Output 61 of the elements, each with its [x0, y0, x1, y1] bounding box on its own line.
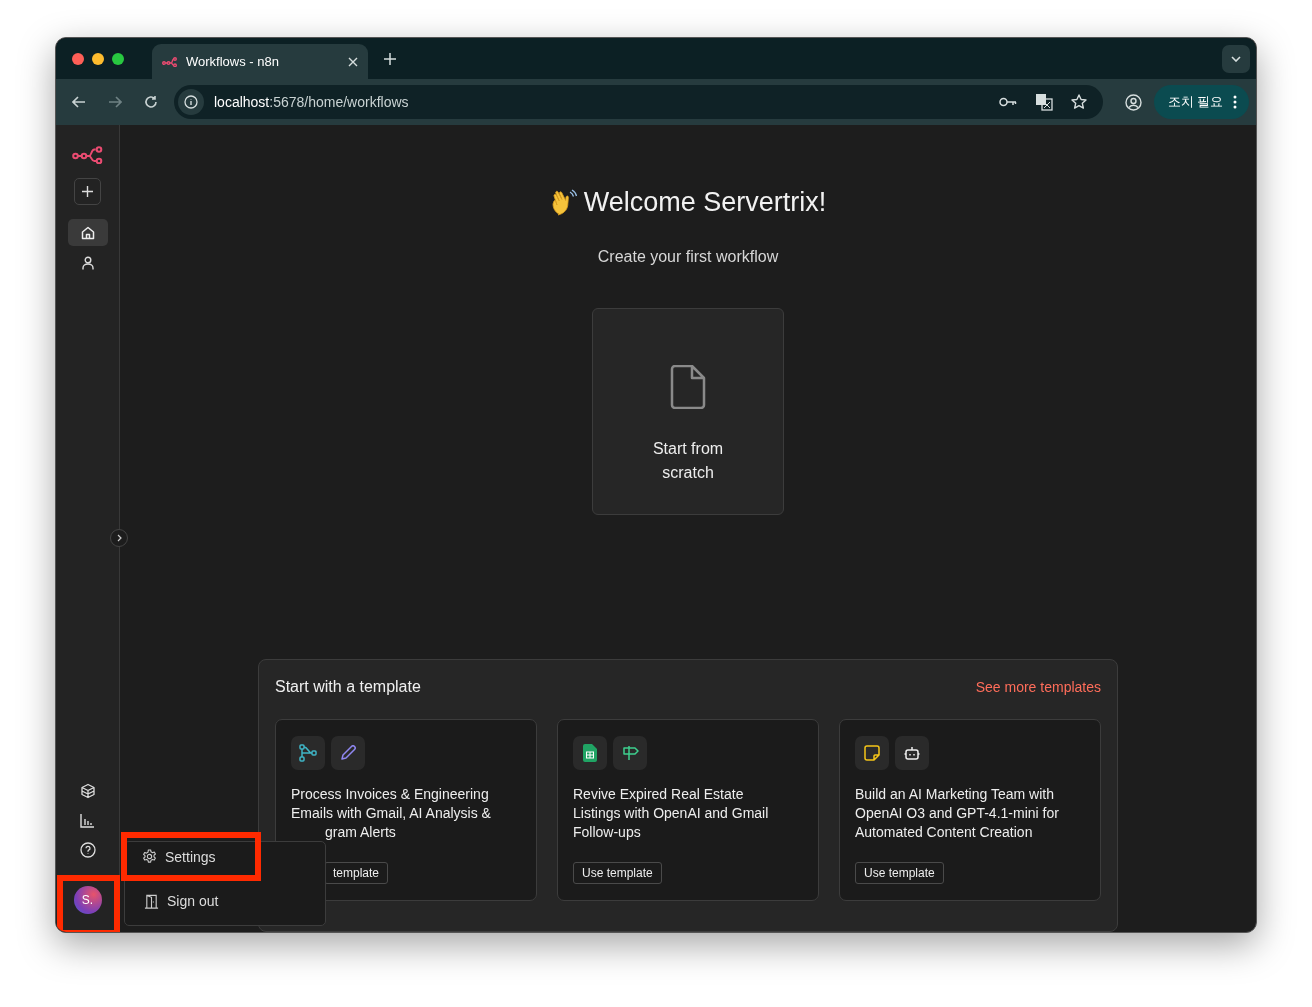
sheet-icon — [573, 736, 607, 770]
profile-icon[interactable] — [1124, 93, 1142, 111]
template-title-line: Listings with OpenAI and Gmail — [573, 805, 769, 821]
more-vertical-icon — [1233, 95, 1237, 109]
signpost-icon — [613, 736, 647, 770]
address-bar[interactable]: localhost:5678/home/workflows — [174, 85, 1103, 119]
waving-hand-icon — [549, 188, 578, 217]
settings-menu-item[interactable]: Settings — [121, 832, 261, 881]
template-title-line: gram Alerts — [325, 824, 396, 840]
user-icon — [81, 255, 94, 270]
use-template-button[interactable]: Use template — [855, 862, 944, 884]
welcome-heading: Welcome Servertrix! — [583, 187, 827, 218]
star-icon[interactable] — [1070, 94, 1087, 110]
back-icon[interactable] — [72, 96, 86, 108]
home-button[interactable] — [67, 219, 108, 246]
template-title-line: Build an AI Marketing Team with — [855, 786, 1054, 802]
pencil-icon — [331, 736, 365, 770]
template-title-line: Automated Content Creation — [855, 824, 1033, 840]
close-icon[interactable] — [348, 56, 358, 67]
use-template-button[interactable]: Use template — [573, 862, 662, 884]
chevron-down-icon — [1231, 55, 1241, 62]
file-icon — [670, 365, 706, 409]
robot-icon — [895, 736, 929, 770]
chevron-right-icon — [116, 534, 122, 542]
user-avatar[interactable]: S. — [73, 886, 102, 914]
template-card[interactable]: Process Invoices & Engineering Emails with Gmail, AI Analysis & gram Alerts template — [275, 719, 537, 901]
template-card[interactable]: Build an AI Marketing Team with OpenAI O3 and GPT-4.1-mini for Automated Content Creation Use template — [839, 719, 1101, 901]
template-title-line: OpenAI O3 and GPT-4.1-mini for — [855, 805, 1059, 821]
see-more-templates-link[interactable]: See more templates — [975, 679, 1101, 695]
browser-tab[interactable]: Workflows - n8n — [152, 44, 368, 79]
flow-icon — [291, 736, 325, 770]
reload-icon[interactable] — [144, 95, 158, 109]
add-button[interactable] — [74, 178, 101, 205]
help-icon[interactable] — [79, 842, 96, 858]
info-icon[interactable] — [178, 89, 204, 115]
section-title: Start with a template — [275, 678, 421, 696]
translate-icon[interactable] — [1034, 93, 1053, 111]
template-card[interactable]: Revive Expired Real Estate Listings with OpenAI and Gmail Follow-ups Use template — [557, 719, 819, 901]
note-icon — [855, 736, 889, 770]
forward-icon[interactable] — [108, 96, 122, 108]
door-icon — [144, 893, 159, 909]
profile-button[interactable]: 조치 필요 — [1153, 85, 1249, 119]
workflow-logo-icon — [71, 146, 104, 164]
new-tab-icon[interactable] — [384, 52, 396, 65]
template-title-line: Emails with Gmail, AI Analysis & — [291, 805, 491, 821]
maximize-window-icon[interactable] — [112, 52, 124, 65]
bar-chart-icon[interactable] — [80, 813, 95, 828]
close-window-icon[interactable] — [72, 52, 84, 65]
template-title-line: Revive Expired Real Estate — [573, 786, 744, 802]
key-icon[interactable] — [998, 97, 1017, 107]
workflow-logo-icon — [162, 56, 178, 67]
template-title-line: Follow-ups — [573, 824, 641, 840]
minimize-window-icon[interactable] — [92, 52, 104, 65]
tab-search-button[interactable] — [1222, 44, 1250, 73]
template-title-line: Process Invoices & Engineering — [291, 786, 489, 802]
settings-icon — [142, 849, 157, 864]
home-icon — [80, 225, 95, 240]
plus-icon — [82, 186, 93, 197]
box-icon[interactable] — [79, 783, 96, 799]
start-from-scratch-card[interactable]: Start from scratch — [592, 308, 784, 515]
subtitle: Create your first workflow — [597, 248, 779, 266]
